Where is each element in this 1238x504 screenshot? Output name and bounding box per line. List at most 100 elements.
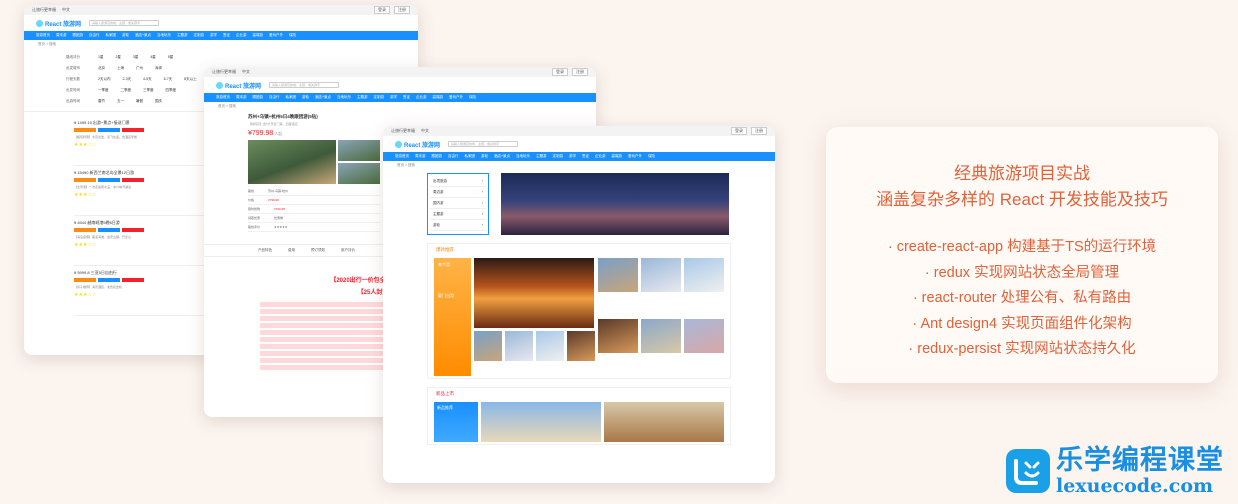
- nav-item[interactable]: 主题游: [357, 95, 368, 100]
- nav-item[interactable]: 游轮: [302, 95, 309, 100]
- nav-item[interactable]: 保险: [469, 95, 476, 100]
- filter-option[interactable]: 春节: [98, 99, 105, 104]
- login-button[interactable]: 登录: [552, 68, 568, 76]
- recommend-promo[interactable]: 来个游 厦门出游: [434, 258, 471, 376]
- nav-item[interactable]: 爱玩户外: [628, 154, 642, 159]
- nav-item[interactable]: 酒店+景点: [135, 33, 151, 38]
- filter-option[interactable]: 一季度: [98, 88, 109, 93]
- logo[interactable]: React 旅游网: [36, 19, 81, 28]
- filter-option[interactable]: 国庆: [155, 99, 162, 104]
- nav-item[interactable]: 周末游: [236, 95, 247, 100]
- nav-item[interactable]: 游轮: [481, 154, 488, 159]
- nav-item[interactable]: 自由行: [269, 95, 280, 100]
- nav-item[interactable]: 跟团游: [253, 95, 264, 100]
- filter-option[interactable]: 5星: [168, 55, 173, 60]
- filter-option[interactable]: 暑假: [136, 99, 143, 104]
- nav-item[interactable]: 保险: [289, 33, 296, 38]
- nav-item[interactable]: 酒店+景点: [315, 95, 331, 100]
- detail-tab[interactable]: 费用: [288, 248, 295, 253]
- nav-item[interactable]: 高端游: [253, 33, 264, 38]
- nav-item[interactable]: 定制游: [553, 154, 564, 159]
- logo[interactable]: React 旅游网: [216, 81, 261, 90]
- new-card[interactable]: [481, 402, 601, 442]
- nav-item[interactable]: 定制游: [194, 33, 205, 38]
- filter-option[interactable]: 三季度: [143, 88, 154, 93]
- register-button[interactable]: 注册: [572, 68, 588, 76]
- nav-item[interactable]: 旅游首页: [36, 33, 50, 38]
- side-menu-item[interactable]: 国内游 ›: [430, 198, 486, 209]
- nav-item[interactable]: 当地玩乐: [516, 154, 530, 159]
- nav-item[interactable]: 高端游: [612, 154, 623, 159]
- filter-option[interactable]: 2星: [115, 55, 120, 60]
- filter-option[interactable]: 广州: [136, 66, 143, 71]
- filter-option[interactable]: 3星: [133, 55, 138, 60]
- logo[interactable]: React 旅游网: [395, 140, 440, 149]
- register-button[interactable]: 注册: [394, 6, 410, 14]
- nav-item[interactable]: 跟团游: [432, 154, 443, 159]
- filter-option[interactable]: 四季度: [166, 88, 177, 93]
- gallery-thumb[interactable]: [338, 163, 380, 184]
- detail-tab[interactable]: 预订须知: [311, 248, 325, 253]
- nav-item[interactable]: 签证: [223, 33, 230, 38]
- recommend-card[interactable]: [641, 258, 681, 292]
- nav-item[interactable]: 旅游首页: [395, 154, 409, 159]
- filter-option[interactable]: 2-3天: [122, 77, 131, 82]
- side-menu-item[interactable]: 主题游 ›: [430, 209, 486, 220]
- filter-option[interactable]: 上海: [117, 66, 124, 71]
- recommend-card[interactable]: [474, 331, 502, 361]
- recommend-card[interactable]: [505, 331, 533, 361]
- nav-item[interactable]: 当地玩乐: [157, 33, 171, 38]
- nav-item[interactable]: 爱玩户外: [449, 95, 463, 100]
- gallery-thumb[interactable]: [338, 140, 380, 161]
- nav-item[interactable]: 游轮: [122, 33, 129, 38]
- recommend-card[interactable]: [598, 318, 638, 353]
- nav-item[interactable]: 爱玩户外: [269, 33, 283, 38]
- detail-tab[interactable]: 产品特色: [258, 248, 272, 253]
- nav-item[interactable]: 周末游: [415, 154, 426, 159]
- nav-item[interactable]: 企业游: [236, 33, 247, 38]
- filter-option[interactable]: 北京: [98, 66, 105, 71]
- search-input[interactable]: 请输入旅游目的地、主题、或关键字: [89, 20, 160, 26]
- nav-item[interactable]: 旅游首页: [216, 95, 230, 100]
- home-banner[interactable]: [501, 173, 729, 235]
- lang-select[interactable]: 中文: [242, 69, 250, 75]
- recommend-card[interactable]: [536, 331, 564, 361]
- nav-item[interactable]: 当地玩乐: [337, 95, 351, 100]
- search-input[interactable]: 请输入旅游目的地、主题、或关键字: [448, 141, 519, 147]
- gallery-main-image[interactable]: [248, 140, 336, 184]
- nav-item[interactable]: 酒店+景点: [494, 154, 510, 159]
- filter-option[interactable]: 6-7天: [164, 77, 173, 82]
- login-button[interactable]: 登录: [731, 127, 747, 135]
- nav-item[interactable]: 保险: [648, 154, 655, 159]
- nav-item[interactable]: 签证: [582, 154, 589, 159]
- side-menu-item[interactable]: 出境旅游 ›: [430, 176, 486, 187]
- nav-item[interactable]: 定制游: [374, 95, 385, 100]
- nav-item[interactable]: 自由行: [448, 154, 459, 159]
- recommend-hero-image[interactable]: [474, 258, 594, 328]
- filter-option[interactable]: 深圳: [155, 66, 162, 71]
- recommend-card[interactable]: [598, 258, 638, 292]
- filter-option[interactable]: 2天以内: [98, 77, 110, 82]
- login-button[interactable]: 登录: [374, 6, 390, 14]
- recommend-card[interactable]: [684, 258, 724, 292]
- recommend-card[interactable]: [684, 318, 724, 353]
- nav-item[interactable]: 跟团游: [73, 33, 84, 38]
- nav-item[interactable]: 游学: [210, 33, 217, 38]
- nav-item[interactable]: 签证: [403, 95, 410, 100]
- filter-option[interactable]: 8天以上: [184, 77, 196, 82]
- nav-item[interactable]: 私家团: [465, 154, 476, 159]
- side-menu-item[interactable]: 周边游 ›: [430, 187, 486, 198]
- lang-select[interactable]: 中文: [62, 7, 70, 13]
- nav-item[interactable]: 企业游: [416, 95, 427, 100]
- nav-item[interactable]: 私家团: [106, 33, 117, 38]
- recommend-card[interactable]: [567, 331, 595, 361]
- nav-item[interactable]: 私家团: [286, 95, 297, 100]
- nav-item[interactable]: 企业游: [595, 154, 606, 159]
- nav-item[interactable]: 游学: [569, 154, 576, 159]
- new-card[interactable]: [604, 402, 724, 442]
- lang-select[interactable]: 中文: [421, 128, 429, 134]
- nav-item[interactable]: 主题游: [536, 154, 547, 159]
- side-menu-item[interactable]: 游轮 ›: [430, 220, 486, 231]
- filter-option[interactable]: 二季度: [121, 88, 132, 93]
- recommend-card[interactable]: [641, 318, 681, 353]
